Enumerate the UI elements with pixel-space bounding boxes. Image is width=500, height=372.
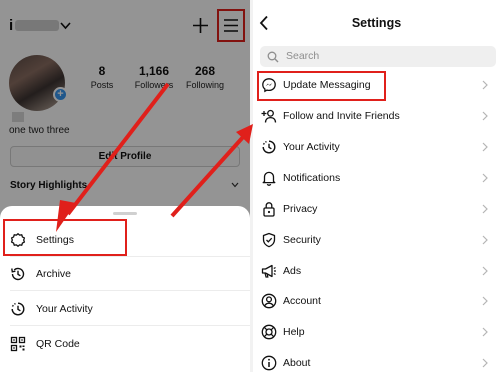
archive-history-icon xyxy=(11,267,25,281)
settings-item-help[interactable]: Help xyxy=(253,317,500,348)
profile-screen: i + 8 Posts 1,166 Followers 268 Followin… xyxy=(0,0,250,372)
settings-item-label: Help xyxy=(283,326,305,338)
search-input[interactable]: Search xyxy=(260,46,496,67)
sheet-item-label: Your Activity xyxy=(36,303,93,315)
bell-icon xyxy=(262,171,276,186)
settings-item-follow-invite[interactable]: Follow and Invite Friends xyxy=(253,101,500,132)
account-icon xyxy=(261,293,277,309)
chevron-right-icon xyxy=(482,80,488,90)
settings-screen: Settings Search Update Messaging Follow … xyxy=(253,0,500,372)
qr-code-icon xyxy=(10,336,26,352)
sheet-item-label: Archive xyxy=(36,268,72,280)
settings-item-label: Ads xyxy=(283,265,302,277)
shield-icon xyxy=(262,232,276,248)
settings-item-privacy[interactable]: Privacy xyxy=(253,194,500,225)
chevron-right-icon xyxy=(482,327,488,337)
divider xyxy=(10,325,250,326)
chevron-right-icon xyxy=(482,173,488,183)
settings-item-label: Privacy xyxy=(283,203,318,215)
chevron-right-icon xyxy=(482,111,488,121)
info-icon xyxy=(261,355,277,371)
chevron-right-icon xyxy=(482,266,488,276)
search-placeholder: Search xyxy=(286,50,320,62)
divider xyxy=(10,290,250,291)
sheet-item-label: QR Code xyxy=(36,338,80,350)
settings-item-about[interactable]: About xyxy=(253,348,500,372)
chevron-right-icon xyxy=(482,142,488,152)
update-messaging-highlight-box xyxy=(257,71,386,101)
settings-item-label: Account xyxy=(283,295,321,307)
settings-item-security[interactable]: Security xyxy=(253,225,500,256)
settings-item-notifications[interactable]: Notifications xyxy=(253,163,500,194)
lifebuoy-icon xyxy=(261,324,277,340)
chevron-right-icon xyxy=(482,296,488,306)
settings-item-label: Your Activity xyxy=(283,141,340,153)
sheet-item-your-activity[interactable]: Your Activity xyxy=(0,292,250,326)
page-title: Settings xyxy=(351,16,402,30)
search-icon xyxy=(267,51,279,63)
chevron-right-icon xyxy=(482,204,488,214)
activity-icon xyxy=(11,302,25,316)
chevron-right-icon xyxy=(482,358,488,368)
settings-item-label: Notifications xyxy=(283,172,341,184)
add-person-icon xyxy=(261,109,277,123)
settings-item-label: Follow and Invite Friends xyxy=(283,110,400,122)
sheet-item-archive[interactable]: Archive xyxy=(0,257,250,291)
sheet-item-qr-code[interactable]: QR Code xyxy=(0,327,250,361)
settings-item-ads[interactable]: Ads xyxy=(253,256,500,287)
activity-icon xyxy=(262,140,276,154)
settings-item-label: Security xyxy=(283,234,321,246)
settings-item-label: About xyxy=(283,357,311,369)
chevron-right-icon xyxy=(482,235,488,245)
settings-highlight-box xyxy=(3,219,127,256)
lock-icon xyxy=(263,202,275,217)
megaphone-icon xyxy=(261,264,276,278)
sheet-grabber[interactable] xyxy=(113,212,137,215)
settings-item-your-activity[interactable]: Your Activity xyxy=(253,132,500,163)
settings-item-account[interactable]: Account xyxy=(253,286,500,317)
